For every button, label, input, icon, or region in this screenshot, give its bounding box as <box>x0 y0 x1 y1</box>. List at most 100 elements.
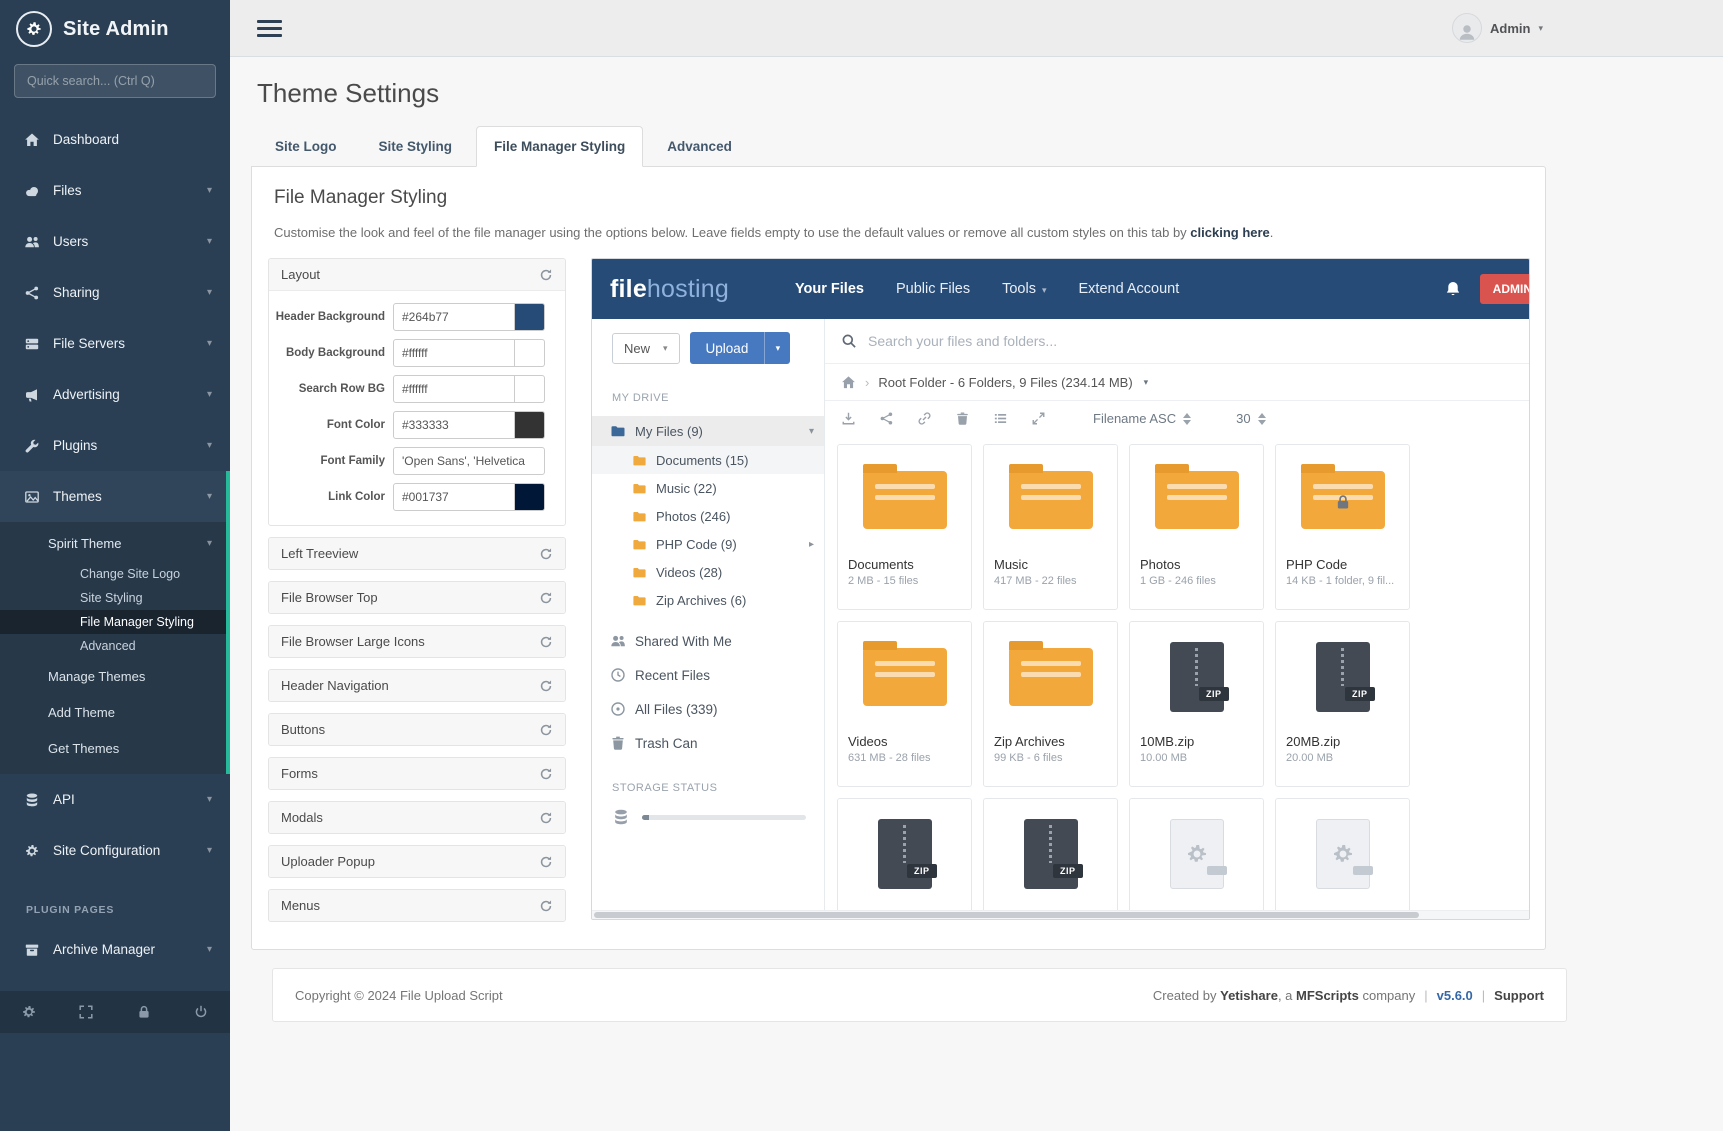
sidebar-item-sharing[interactable]: Sharing ▾ <box>0 267 230 318</box>
user-menu[interactable]: Admin ▾ <box>1452 13 1543 43</box>
color-swatch[interactable] <box>515 303 545 331</box>
tree-item-php-code[interactable]: PHP Code (9) ▸ <box>592 530 824 558</box>
bell-icon[interactable] <box>1444 280 1462 298</box>
panel-header[interactable]: Left Treeview <box>269 538 565 569</box>
sidebar-item-file-servers[interactable]: File Servers ▾ <box>0 318 230 369</box>
sidebar-item-advertising[interactable]: Advertising ▾ <box>0 369 230 420</box>
tab-file-manager-styling[interactable]: File Manager Styling <box>476 126 643 167</box>
panel-header[interactable]: Forms <box>269 758 565 789</box>
sidebar-item-files[interactable]: Files ▾ <box>0 165 230 216</box>
tree-item-photos[interactable]: Photos (246) <box>592 502 824 530</box>
search-row-bg-input[interactable] <box>393 375 515 403</box>
file-card-partial[interactable] <box>1275 798 1410 920</box>
panel-header[interactable]: Uploader Popup <box>269 846 565 877</box>
link-icon[interactable] <box>917 411 932 426</box>
refresh-icon[interactable] <box>539 855 553 869</box>
refresh-icon[interactable] <box>539 591 553 605</box>
font-color-input[interactable] <box>393 411 515 439</box>
panel-header[interactable]: File Browser Large Icons <box>269 626 565 657</box>
preview-nav-your-files[interactable]: Your Files <box>795 281 864 297</box>
refresh-icon[interactable] <box>539 635 553 649</box>
expand-icon[interactable] <box>1031 411 1046 426</box>
tree-item-trash-can[interactable]: Trash Can <box>592 726 824 760</box>
sidebar-item-manage-themes[interactable]: Manage Themes <box>0 658 230 694</box>
tree-item-documents[interactable]: Documents (15) <box>592 446 824 474</box>
sidebar-item-spirit-theme[interactable]: Spirit Theme ▾ <box>0 524 230 562</box>
refresh-icon[interactable] <box>539 767 553 781</box>
file-card-zip-archives[interactable]: Zip Archives 99 KB - 6 files <box>983 621 1118 787</box>
upload-button[interactable]: Upload▾ <box>690 332 791 364</box>
panel-header[interactable]: Menus <box>269 890 565 921</box>
color-swatch[interactable] <box>515 339 545 367</box>
scrollbar-thumb[interactable] <box>594 912 1419 918</box>
horizontal-scrollbar[interactable] <box>592 910 1529 919</box>
tree-item-shared-with-me[interactable]: Shared With Me <box>592 624 824 658</box>
sidebar-item-plugins[interactable]: Plugins ▾ <box>0 420 230 471</box>
sidebar-item-themes[interactable]: Themes ▾ <box>0 471 230 522</box>
tree-item-all-files[interactable]: All Files (339) <box>592 692 824 726</box>
preview-nav-tools[interactable]: Tools▾ <box>1002 281 1046 297</box>
clicking-here-link[interactable]: clicking here <box>1190 225 1269 240</box>
support-link[interactable]: Support <box>1494 988 1544 1003</box>
header-background-input[interactable] <box>393 303 515 331</box>
file-card-php-code[interactable]: PHP Code 14 KB - 1 folder, 9 fil... <box>1275 444 1410 610</box>
admin-badge[interactable]: ADMIN <box>1480 274 1530 304</box>
fullscreen-button[interactable] <box>58 991 116 1033</box>
sidebar-item-users[interactable]: Users ▾ <box>0 216 230 267</box>
file-search-input[interactable] <box>868 333 1513 349</box>
file-card-20mb-zip[interactable]: ZIP 20MB.zip 20.00 MB <box>1275 621 1410 787</box>
tree-item-recent-files[interactable]: Recent Files <box>592 658 824 692</box>
refresh-icon[interactable] <box>539 679 553 693</box>
tab-advanced[interactable]: Advanced <box>649 126 750 167</box>
yetishare-link[interactable]: Yetishare <box>1220 988 1278 1003</box>
settings-button[interactable] <box>0 991 58 1033</box>
per-page-selector[interactable]: 30 <box>1236 411 1265 426</box>
sidebar-item-site-styling[interactable]: Site Styling <box>0 586 230 610</box>
new-button[interactable]: New▾ <box>612 333 680 364</box>
panel-header[interactable]: Modals <box>269 802 565 833</box>
font-family-input[interactable] <box>393 447 545 475</box>
sidebar-item-get-themes[interactable]: Get Themes <box>0 730 230 766</box>
file-card-music[interactable]: Music 417 MB - 22 files <box>983 444 1118 610</box>
tab-site-logo[interactable]: Site Logo <box>257 126 355 167</box>
menu-toggle-button[interactable] <box>257 20 282 37</box>
tab-site-styling[interactable]: Site Styling <box>361 126 471 167</box>
trash-icon[interactable] <box>955 411 970 426</box>
list-view-icon[interactable] <box>993 411 1008 426</box>
sidebar-item-site-configuration[interactable]: Site Configuration ▾ <box>0 825 230 876</box>
file-card-10mb-zip[interactable]: ZIP 10MB.zip 10.00 MB <box>1129 621 1264 787</box>
refresh-icon[interactable] <box>539 268 553 282</box>
share-icon[interactable] <box>879 411 894 426</box>
file-card-5mb-zip[interactable]: ZIP 5MB.zip 5.00 MB <box>983 798 1118 920</box>
quick-search-input[interactable] <box>14 64 216 98</box>
sidebar-item-api[interactable]: API ▾ <box>0 774 230 825</box>
preview-nav-extend-account[interactable]: Extend Account <box>1079 281 1180 297</box>
link-color-input[interactable] <box>393 483 515 511</box>
tree-item-zip-archives[interactable]: Zip Archives (6) <box>592 586 824 614</box>
color-swatch[interactable] <box>515 411 545 439</box>
preview-nav-public-files[interactable]: Public Files <box>896 281 970 297</box>
file-card-50mb-zip[interactable]: ZIP 50MB.zip 50.00 MB <box>837 798 972 920</box>
file-card-videos[interactable]: Videos 631 MB - 28 files <box>837 621 972 787</box>
download-icon[interactable] <box>841 411 856 426</box>
refresh-icon[interactable] <box>539 723 553 737</box>
color-swatch[interactable] <box>515 483 545 511</box>
sidebar-item-advanced[interactable]: Advanced <box>0 634 230 658</box>
panel-layout-header[interactable]: Layout <box>269 259 565 291</box>
tree-item-my-files[interactable]: My Files (9) ▾ <box>592 416 824 446</box>
breadcrumb-text[interactable]: Root Folder - 6 Folders, 9 Files (234.14… <box>878 375 1132 390</box>
refresh-icon[interactable] <box>539 547 553 561</box>
sidebar-item-add-theme[interactable]: Add Theme <box>0 694 230 730</box>
refresh-icon[interactable] <box>539 811 553 825</box>
panel-header[interactable]: Header Navigation <box>269 670 565 701</box>
file-card-documents[interactable]: Documents 2 MB - 15 files <box>837 444 972 610</box>
tree-item-videos[interactable]: Videos (28) <box>592 558 824 586</box>
tree-item-music[interactable]: Music (22) <box>592 474 824 502</box>
body-background-input[interactable] <box>393 339 515 367</box>
sidebar-item-file-manager-styling[interactable]: File Manager Styling <box>0 610 230 634</box>
sort-selector[interactable]: Filename ASC <box>1093 411 1191 426</box>
home-icon[interactable] <box>841 375 856 390</box>
file-card-photos[interactable]: Photos 1 GB - 246 files <box>1129 444 1264 610</box>
logout-button[interactable] <box>173 991 231 1033</box>
file-card-partial[interactable] <box>1129 798 1264 920</box>
